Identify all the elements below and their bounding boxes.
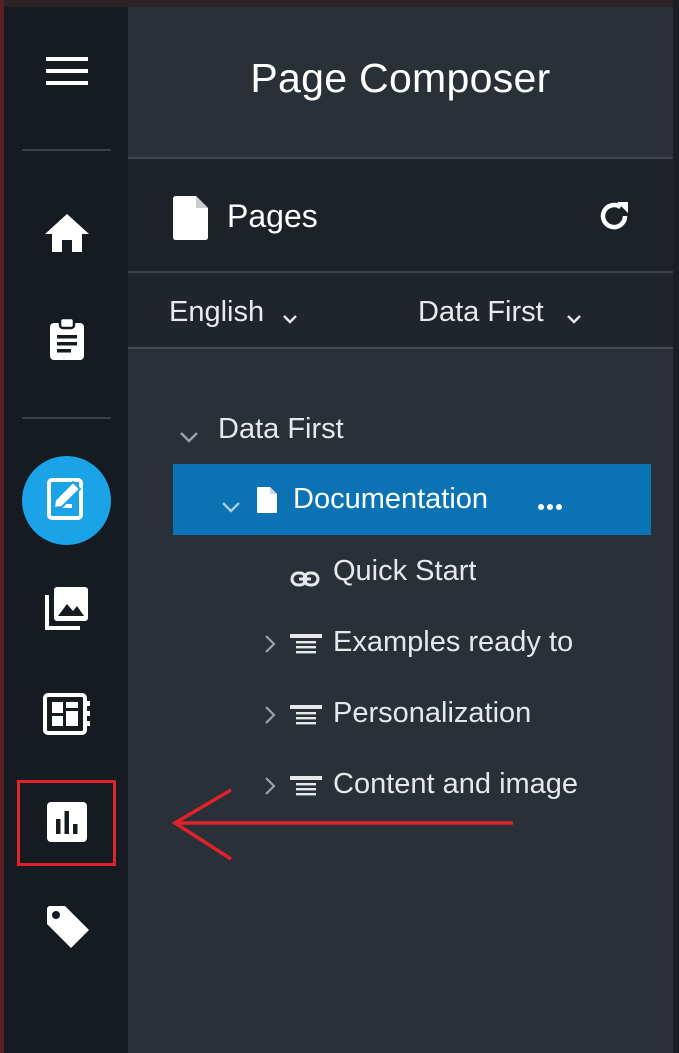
pages-label: Pages (227, 198, 318, 234)
page-icon (256, 486, 278, 522)
window-right-edge (673, 0, 679, 1053)
panel-title: Page Composer (250, 55, 551, 101)
language-dropdown[interactable]: English (169, 293, 298, 332)
chevron-down-icon (566, 299, 582, 332)
pages-header: Pages (128, 159, 673, 271)
menu-icon[interactable] (42, 51, 92, 91)
rail-divider (22, 149, 111, 151)
window-top-edge (0, 0, 679, 7)
annotation-arrow (171, 788, 513, 861)
filter-bar: English Data First (128, 273, 673, 347)
chevron-down-icon[interactable] (179, 418, 199, 451)
text-lines-icon (290, 631, 322, 664)
home-icon[interactable] (42, 210, 92, 256)
tree-node[interactable]: Quick Start (128, 536, 673, 607)
rail-divider (22, 417, 111, 419)
link-icon (290, 562, 320, 595)
tree-node-root[interactable]: Data First (128, 394, 673, 465)
site-value: Data First (418, 296, 544, 328)
page-composer-nav-button[interactable] (22, 456, 111, 545)
tree-node-label: Documentation (293, 483, 489, 515)
tree-node-label: Personalization (333, 697, 532, 729)
chevron-down-icon (282, 299, 298, 332)
screenshot-frame: Page Composer Pages English Data First D… (0, 0, 679, 1053)
clipboard-icon[interactable] (44, 314, 90, 364)
page-edit-icon (44, 476, 90, 526)
page-icon (172, 195, 210, 245)
page-composer-panel: Page Composer Pages English Data First D… (128, 7, 673, 1053)
refresh-icon[interactable] (598, 200, 632, 234)
tree-node-label: Quick Start (333, 555, 477, 587)
tree-node[interactable]: Personalization (128, 678, 673, 749)
language-value: English (169, 296, 265, 328)
more-options-icon[interactable] (537, 486, 567, 510)
divider (128, 347, 673, 349)
chevron-right-icon[interactable] (264, 629, 276, 662)
tree-node-selected[interactable]: Documentation (173, 464, 651, 535)
nav-rail (4, 7, 128, 1053)
tag-icon[interactable] (44, 903, 92, 951)
dashboard-icon[interactable] (42, 691, 92, 737)
media-library-icon[interactable] (42, 583, 92, 633)
chevron-right-icon[interactable] (264, 700, 276, 733)
tree-node[interactable]: Examples ready to (128, 607, 673, 678)
tree-node-label: Data First (218, 413, 344, 445)
tree-node-label: Examples ready to (333, 626, 574, 658)
site-dropdown[interactable]: Data First (418, 293, 582, 332)
chevron-down-icon[interactable] (221, 488, 241, 521)
analytics-icon[interactable] (45, 800, 89, 844)
text-lines-icon (290, 702, 322, 735)
